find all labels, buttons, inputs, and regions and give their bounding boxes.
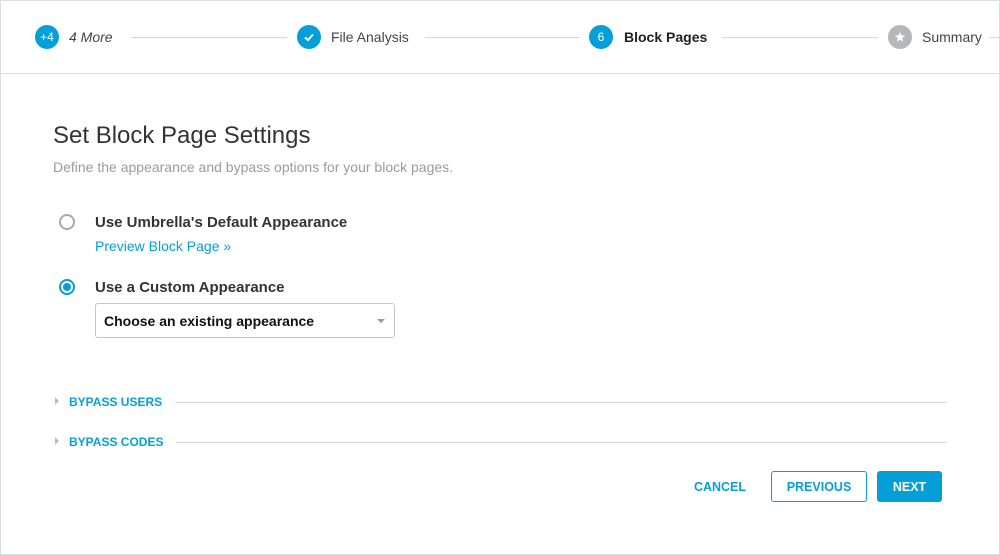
next-button[interactable]: NEXT [877, 471, 942, 502]
step-connector [425, 37, 580, 38]
page-title: Set Block Page Settings [53, 122, 311, 149]
step-badge-text: +4 [40, 30, 54, 44]
custom-appearance-radio[interactable] [59, 279, 75, 295]
default-appearance-label[interactable]: Use Umbrella's Default Appearance [95, 214, 347, 231]
step-connector [722, 37, 878, 38]
divider [176, 442, 946, 443]
custom-appearance-label[interactable]: Use a Custom Appearance [95, 279, 285, 296]
cancel-button[interactable]: CANCEL [688, 471, 752, 502]
previous-button[interactable]: PREVIOUS [771, 471, 867, 502]
divider [175, 402, 946, 403]
bypass-users-toggle[interactable]: BYPASS USERS [69, 395, 162, 409]
step-connector [131, 37, 287, 38]
wizard-header: +4 4 More File Analysis 6 Block Pages Su… [0, 0, 1000, 74]
step-more-label[interactable]: 4 More [69, 29, 113, 45]
step-block-pages-badge: 6 [589, 25, 613, 49]
default-appearance-radio[interactable] [59, 214, 75, 230]
preview-block-page-link[interactable]: Preview Block Page » [95, 238, 231, 254]
step-more-badge[interactable]: +4 [35, 25, 59, 49]
step-connector [990, 37, 1000, 38]
page-subtitle: Define the appearance and bypass options… [53, 159, 454, 175]
chevron-down-icon [377, 319, 385, 323]
expand-triangle-icon[interactable] [55, 397, 59, 405]
bypass-codes-toggle[interactable]: BYPASS CODES [69, 435, 163, 449]
step-block-pages: Block Pages [624, 29, 708, 45]
star-icon [888, 25, 912, 49]
appearance-select-value: Choose an existing appearance [104, 313, 315, 329]
step-badge-text: 6 [597, 30, 605, 44]
appearance-select[interactable]: Choose an existing appearance [95, 303, 395, 338]
step-summary: Summary [922, 29, 982, 45]
expand-triangle-icon[interactable] [55, 437, 59, 445]
step-file-analysis[interactable]: File Analysis [331, 29, 409, 45]
check-icon[interactable] [297, 25, 321, 49]
